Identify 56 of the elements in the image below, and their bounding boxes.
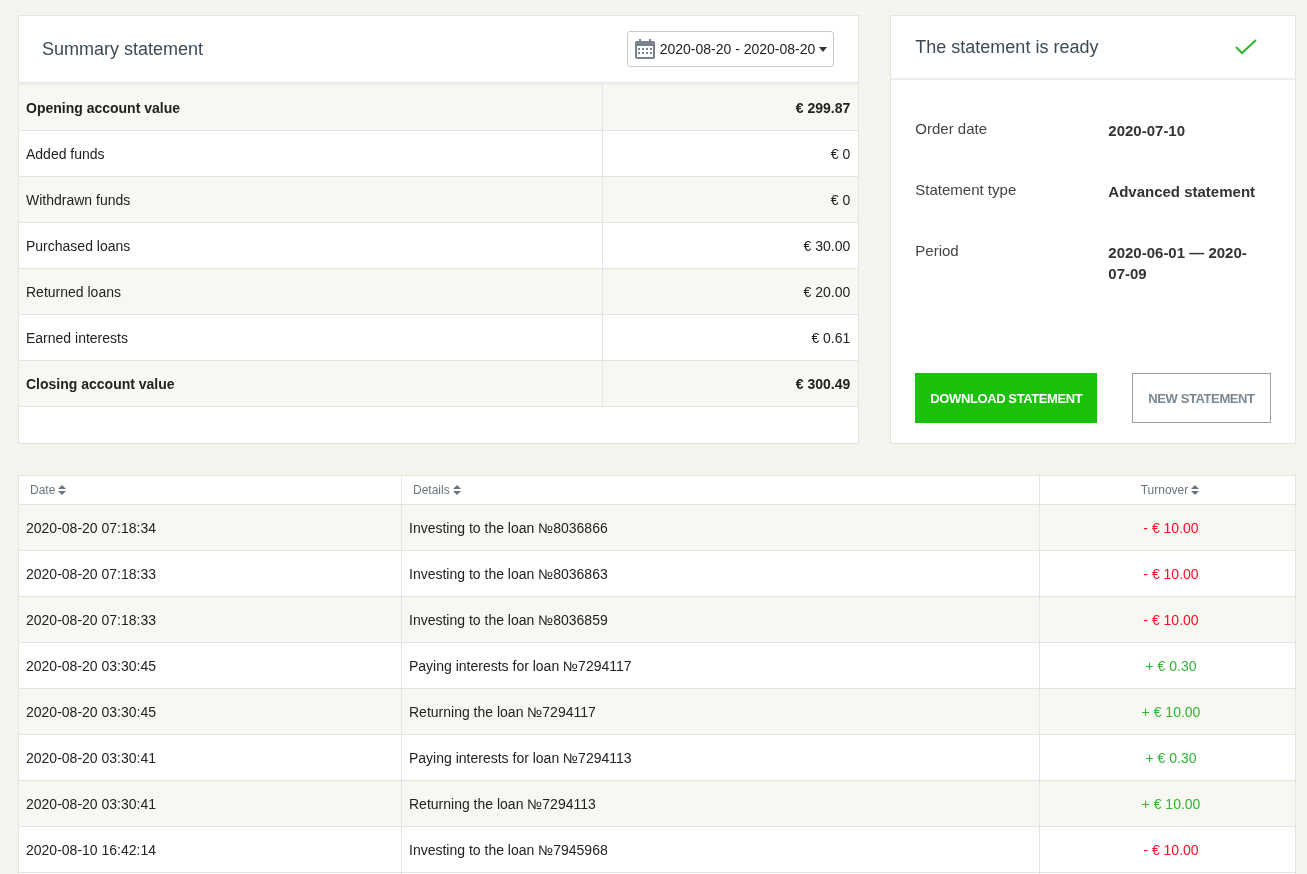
table-cell: Opening account value	[19, 85, 603, 130]
table-cell-text: € 0	[829, 190, 852, 210]
table-cell: 2020-08-20 03:30:45	[19, 643, 402, 688]
table-cell-text: + € 10.00	[1140, 794, 1202, 814]
table-cell: 2020-08-20 03:30:41	[19, 781, 402, 826]
calendar-icon	[633, 38, 656, 60]
table-cell: 2020-08-20 07:18:33	[19, 551, 402, 596]
table-cell: Closing account value	[19, 361, 603, 406]
table-cell: 2020-08-20 03:30:45	[19, 689, 402, 734]
table-cell: 2020-08-20 07:18:33	[19, 597, 402, 642]
field-value: 2020-07-10	[1108, 121, 1187, 141]
table-cell: Investing to the loan №8036863	[402, 551, 1040, 596]
column-header[interactable]: Details	[402, 476, 1040, 504]
card-title: Summary statement	[42, 38, 204, 60]
new-statement-button[interactable]: NEW STATEMENT	[1132, 373, 1271, 423]
column-header[interactable]: Turnover	[1040, 476, 1295, 504]
field-value: 2020-06-01 — 2020-07-09	[1108, 243, 1248, 284]
table-cell: Returning the loan №7294117	[402, 689, 1040, 734]
table-cell-text: € 299.87	[794, 98, 852, 118]
field-label: Order date	[915, 120, 989, 139]
caret-icon	[819, 46, 828, 52]
table-cell: 2020-08-20 03:30:41	[19, 735, 402, 780]
table-cell: Purchased loans	[19, 223, 603, 268]
table-cell-text: € 30.00	[802, 236, 852, 256]
card-title: The statement is ready	[915, 36, 1099, 58]
table-cell-text: + € 0.30	[1144, 656, 1198, 676]
date-range-picker[interactable]: 2020-08-20 - 2020-08-20	[626, 31, 835, 67]
sort-icon	[452, 485, 461, 495]
table-cell-text: € 20.00	[802, 282, 852, 302]
table-cell: Earned interests	[19, 315, 603, 360]
table-cell: Returning the loan №7294113	[402, 781, 1040, 826]
table-cell: Returned loans	[19, 269, 603, 314]
table-cell: Investing to the loan №8036866	[402, 505, 1040, 550]
table-cell-text: € 0.61	[810, 328, 852, 348]
table-cell: 2020-08-10 16:42:14	[19, 827, 402, 872]
sort-icon	[58, 485, 67, 495]
column-header[interactable]: Date	[19, 476, 402, 504]
sort-icon	[1191, 485, 1200, 495]
table-cell: Investing to the loan №8036859	[402, 597, 1040, 642]
table-cell-text: - € 10.00	[1142, 518, 1200, 538]
table-cell-text: - € 10.00	[1142, 840, 1200, 860]
field-label: Statement type	[915, 181, 1018, 200]
table-cell-text: € 300.49	[794, 374, 852, 394]
table-cell-text: + € 0.30	[1144, 748, 1198, 768]
table-cell: Paying interests for loan №7294117	[402, 643, 1040, 688]
table-cell: Added funds	[19, 131, 603, 176]
table-cell: 2020-08-20 07:18:34	[19, 505, 402, 550]
table-cell-text: + € 10.00	[1140, 702, 1202, 722]
table-cell: Withdrawn funds	[19, 177, 603, 222]
table-cell: Paying interests for loan №7294113	[402, 735, 1040, 780]
field-value: Advanced statement	[1108, 182, 1257, 202]
field-label: Period	[915, 242, 960, 261]
table-cell: Investing to the loan №7945968	[402, 827, 1040, 872]
table-cell-text: € 0	[829, 144, 852, 164]
table-cell-text: - € 10.00	[1142, 564, 1200, 584]
table-cell-text: - € 10.00	[1142, 610, 1200, 630]
